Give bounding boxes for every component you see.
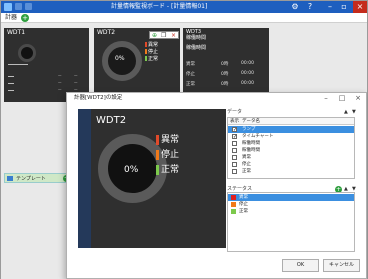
status-row[interactable]: 異常 <box>228 194 354 201</box>
template-bar[interactable]: テンプレート + <box>4 173 74 183</box>
table-row[interactable]: ✓ タイムチャート <box>228 133 354 140</box>
value-dash: — <box>58 80 62 84</box>
widget-wdt1[interactable]: WDT1 — — — — — — <box>4 28 89 102</box>
table-row: 正常 0時 00:00 <box>186 81 254 87</box>
legend-item: 正常 <box>156 164 179 176</box>
checkbox[interactable]: ✓ <box>232 127 237 133</box>
checkbox[interactable] <box>232 155 237 160</box>
ok-button[interactable]: OK <box>282 259 319 272</box>
settings-dialog: 計器[WDT2]の設定 – □ × WDT2 0% 異常 停止 正常 データ ▲… <box>66 92 367 279</box>
legend-swatch <box>156 149 159 160</box>
table-row: 停止 0時 00:00 <box>186 71 254 77</box>
column-header-name: データ名 <box>242 119 260 124</box>
column-header-display: 表示 <box>230 119 239 124</box>
status-table: 異常 停止 正常 <box>227 192 355 252</box>
plus-circle-icon[interactable]: ⊕ <box>152 32 157 39</box>
menu-item-instrument[interactable]: 計器 <box>5 14 17 22</box>
dialog-title: 計器[WDT2]の設定 <box>74 95 123 101</box>
sort-up-icon[interactable]: ▲ <box>344 109 348 115</box>
quick-access-icon[interactable] <box>15 3 22 10</box>
cancel-button[interactable]: キャンセル <box>323 259 360 272</box>
legend-item: 異常 <box>145 41 158 48</box>
table-row: 異常 0時 00:00 <box>186 61 254 67</box>
minimize-button[interactable]: – <box>323 1 337 13</box>
widget-wdt2[interactable]: WDT2 0% 異常 停止 正常 ⊕ ❐ × <box>94 28 180 102</box>
table-row[interactable]: ✓ ランプ <box>228 126 354 133</box>
legend-swatch <box>156 164 159 175</box>
checkbox[interactable] <box>232 162 237 167</box>
help-icon[interactable]: ? <box>305 2 315 12</box>
legend-swatch <box>156 134 159 145</box>
table-row[interactable]: 正常 <box>228 168 354 175</box>
gauge-value: 0% <box>115 55 125 62</box>
gear-icon[interactable]: ⚙ <box>290 2 300 12</box>
sort-down-icon[interactable]: ▼ <box>352 109 356 115</box>
data-section-label: データ <box>227 109 243 115</box>
divider <box>8 90 14 91</box>
table-row[interactable]: 稼働時間 <box>228 140 354 147</box>
close-button[interactable]: × <box>353 1 367 13</box>
template-label: テンプレート <box>16 176 46 182</box>
plus-circle-icon[interactable]: + <box>21 14 29 22</box>
legend-item: 停止 <box>145 48 158 55</box>
copy-icon[interactable]: ❐ <box>161 32 166 39</box>
value-dash: — <box>74 73 78 77</box>
value-dash: — <box>74 80 78 84</box>
table-row[interactable]: 異常 <box>228 154 354 161</box>
value-dash: — <box>58 87 62 91</box>
table-row[interactable]: 停止 <box>228 161 354 168</box>
quick-access-icon[interactable] <box>25 3 32 10</box>
widget-toolbar: ⊕ ❐ × <box>149 31 179 39</box>
checkbox[interactable] <box>232 148 237 153</box>
maximize-button[interactable]: □ <box>335 94 349 103</box>
table-row[interactable]: 稼働時間 <box>228 147 354 154</box>
status-row[interactable]: 停止 <box>228 201 354 208</box>
table-header: 表示 データ名 <box>228 118 354 125</box>
status-color-swatch <box>231 195 236 200</box>
template-icon <box>7 176 13 181</box>
legend-item: 正常 <box>145 55 158 62</box>
dialog-title-bar: 計器[WDT2]の設定 – □ × <box>67 93 366 104</box>
divider <box>8 76 14 77</box>
widget-preview: WDT2 0% 異常 停止 正常 <box>78 109 226 248</box>
widget-subtitle: 稼働時間 <box>186 45 207 51</box>
widget-subtitle: 稼働時間 <box>186 35 207 41</box>
status-color-swatch <box>231 202 236 207</box>
title-bar: 計量情報監視ボード - [計量情報01] ⚙ ? – ▫ × <box>1 1 367 13</box>
checkbox[interactable]: ✓ <box>232 134 237 140</box>
widget-title: WDT1 <box>7 29 26 36</box>
app-icon <box>4 3 12 11</box>
maximize-button[interactable]: ▫ <box>337 1 351 13</box>
widget-title: WDT2 <box>97 29 116 36</box>
legend-item: 停止 <box>156 149 179 161</box>
widget-wdt3[interactable]: WDT3 稼働時間 稼働時間 異常 0時 00:00 停止 0時 00:00 正… <box>183 28 269 102</box>
minimize-button[interactable]: – <box>319 94 333 103</box>
close-button[interactable]: × <box>351 94 365 103</box>
legend-item: 異常 <box>156 134 179 146</box>
gauge-value: 0% <box>124 165 139 175</box>
divider <box>8 64 28 65</box>
status-row[interactable]: 正常 <box>228 208 354 215</box>
checkbox[interactable] <box>232 141 237 146</box>
data-table: 表示 データ名 ✓ ランプ ✓ タイムチャート 稼働時間 稼働時間 異常 停止 正常 <box>227 117 355 179</box>
preview-side-strip <box>78 109 91 248</box>
status-color-swatch <box>231 209 236 214</box>
menu-bar: 計器 + <box>1 13 367 23</box>
close-icon[interactable]: × <box>171 32 176 39</box>
preview-title: WDT2 <box>96 115 127 126</box>
gauge-ring <box>18 44 36 62</box>
window-title: 計量情報監視ボード - [計量情報01] <box>111 3 208 10</box>
value-dash: — <box>58 73 62 77</box>
divider <box>8 83 14 84</box>
checkbox[interactable] <box>232 169 237 174</box>
value-dash: — <box>74 87 78 91</box>
